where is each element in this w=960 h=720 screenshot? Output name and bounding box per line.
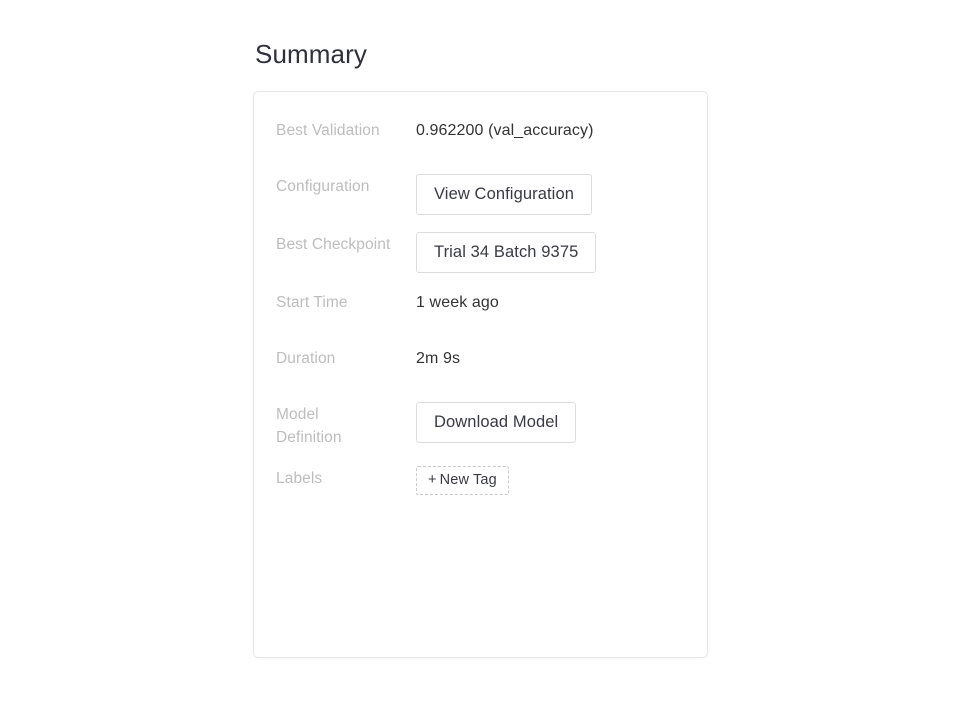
best-checkpoint-button[interactable]: Trial 34 Batch 9375 xyxy=(416,231,597,273)
row-value-configuration: View Configuration xyxy=(416,173,685,215)
summary-rows-list: Best Validation 0.962200 (val_accuracy) … xyxy=(276,118,685,496)
summary-card: Best Validation 0.962200 (val_accuracy) … xyxy=(253,90,708,658)
summary-row-duration: Duration 2m 9s xyxy=(276,346,685,376)
summary-row-model-definition: Model Definition Download Model xyxy=(276,401,685,449)
row-label-configuration: Configuration xyxy=(276,177,370,195)
page-title: Summary xyxy=(255,39,367,69)
summary-row-start-time: Start Time 1 week ago xyxy=(276,290,685,320)
summary-page: Summary Best Validation 0.962200 (val_ac… xyxy=(0,0,960,720)
row-value-best-checkpoint: Trial 34 Batch 9375 xyxy=(416,231,685,273)
row-value-duration: 2m 9s xyxy=(416,349,461,367)
row-label-best-validation: Best Validation xyxy=(276,121,380,139)
download-model-button[interactable]: Download Model xyxy=(416,401,577,443)
view-configuration-button[interactable]: View Configuration xyxy=(416,173,592,215)
row-value-best-validation: 0.962200 (val_accuracy) xyxy=(416,121,594,139)
summary-row-labels: Labels + New Tag xyxy=(276,465,685,496)
summary-row-best-checkpoint: Best Checkpoint Trial 34 Batch 9375 xyxy=(276,231,685,273)
plus-icon: + xyxy=(428,471,437,488)
row-value-start-time: 1 week ago xyxy=(416,293,499,311)
row-label-start-time: Start Time xyxy=(276,293,348,311)
row-label-best-checkpoint: Best Checkpoint xyxy=(276,235,391,253)
row-value-model-definition: Download Model xyxy=(416,401,685,443)
new-tag-button[interactable]: + New Tag xyxy=(416,465,509,495)
summary-row-best-validation: Best Validation 0.962200 (val_accuracy) xyxy=(276,118,685,148)
summary-panel: Summary Best Validation 0.962200 (val_ac… xyxy=(253,39,708,658)
row-label-duration: Duration xyxy=(276,349,336,367)
summary-row-configuration: Configuration View Configuration xyxy=(276,173,685,215)
row-value-labels: + New Tag xyxy=(416,465,685,495)
new-tag-label: New Tag xyxy=(439,471,497,488)
row-label-model-definition: Model Definition xyxy=(276,405,342,446)
row-label-labels: Labels xyxy=(276,469,323,487)
